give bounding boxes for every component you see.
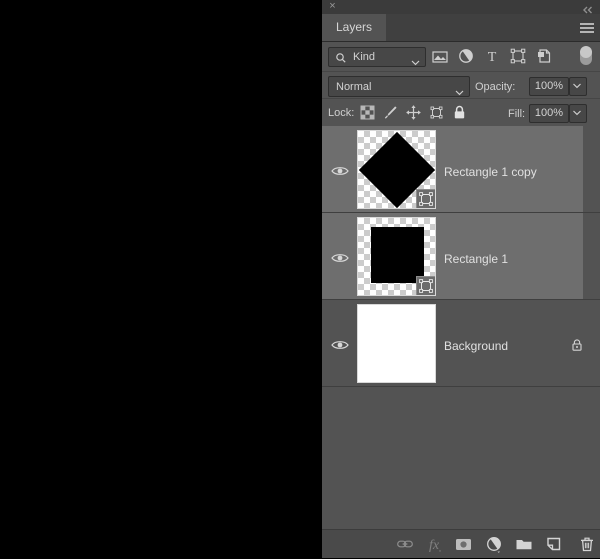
filter-kind-label: Kind [353, 51, 376, 63]
layer-filter-bar: Kind T [322, 42, 600, 69]
new-group-button[interactable] [513, 534, 535, 554]
add-layer-mask-button[interactable] [452, 534, 474, 554]
layer-visibility-toggle[interactable] [322, 300, 358, 386]
panel-titlebar: × [322, 0, 600, 14]
eye-icon [331, 164, 349, 176]
chevron-down-icon [455, 83, 464, 96]
layer-row-rectangle-1[interactable]: Rectangle 1 [322, 213, 600, 300]
opacity-input[interactable]: 100% [529, 77, 569, 96]
layer-row-rectangle-1-copy[interactable]: Rectangle 1 copy [322, 126, 600, 213]
text-t-icon[interactable]: T [482, 46, 502, 66]
layer-row-background[interactable]: Background [322, 300, 600, 387]
svg-text:fx: fx [429, 538, 440, 553]
thumbnail-shape-square [371, 227, 424, 283]
svg-text:T: T [488, 50, 497, 65]
paint-brush-icon[interactable] [382, 104, 399, 121]
lock-bar: Lock: Fill: 100% [322, 98, 600, 128]
move-arrows-icon[interactable] [405, 104, 422, 121]
thumbnail-white-fill [358, 305, 435, 382]
artboard-icon[interactable] [428, 104, 445, 121]
fill-stepper-chevron-icon[interactable] [569, 104, 587, 123]
collapse-panels-icon[interactable] [582, 2, 594, 14]
image-icon[interactable] [430, 46, 450, 66]
tab-layers[interactable]: Layers [322, 14, 387, 41]
fill-label: Fill: [508, 108, 526, 120]
layer-thumbnail[interactable] [357, 130, 436, 209]
padlock-icon[interactable] [451, 104, 468, 121]
new-layer-button[interactable] [543, 534, 565, 554]
fill-input[interactable]: 100% [529, 104, 569, 123]
adjustment-circle-icon[interactable] [456, 46, 476, 66]
shape-bounding-box-icon[interactable] [508, 46, 528, 66]
vector-shape-badge-icon [416, 276, 435, 295]
layer-list: Rectangle 1 copy Rectangle 1 Background [322, 126, 600, 530]
vector-shape-badge-icon [416, 189, 435, 208]
layer-visibility-toggle[interactable] [322, 126, 358, 212]
blend-mode-value: Normal [336, 81, 372, 93]
magnifier-icon [335, 51, 347, 63]
eye-icon [331, 251, 349, 263]
eye-icon [331, 338, 349, 350]
blend-mode-select[interactable]: Normal [328, 76, 470, 97]
opacity-stepper-chevron-icon[interactable] [569, 77, 587, 96]
locked-layer-icon [570, 338, 584, 352]
layer-visibility-toggle[interactable] [322, 213, 358, 299]
layers-panel: × Layers Kind T Normal Opacity: 100% Loc… [322, 0, 600, 558]
panel-tab-strip: Layers [322, 14, 600, 42]
delete-layer-button[interactable] [576, 534, 598, 554]
lock-label: Lock: [328, 107, 355, 119]
layer-name-label: Rectangle 1 [444, 252, 509, 266]
chevron-down-icon [411, 53, 420, 66]
filter-kind-select[interactable]: Kind [328, 47, 426, 67]
photoshop-window: × Layers Kind T Normal Opacity: 100% Loc… [0, 0, 600, 558]
link-layers-button[interactable] [394, 534, 416, 554]
smart-object-icon[interactable] [534, 46, 554, 66]
layer-name-label: Rectangle 1 copy [444, 165, 537, 179]
document-canvas[interactable] [0, 0, 322, 558]
blend-opacity-bar: Normal Opacity: 100% [322, 71, 600, 99]
opacity-label: Opacity: [475, 81, 516, 93]
layer-thumbnail[interactable] [357, 304, 436, 383]
filter-enable-toggle[interactable] [580, 46, 592, 66]
close-icon[interactable]: × [327, 1, 338, 12]
hamburger-menu-icon[interactable] [580, 23, 594, 33]
layer-name-label: Background [444, 339, 509, 353]
new-fill-adjustment-layer-button[interactable] [483, 534, 505, 554]
layer-thumbnail[interactable] [357, 217, 436, 296]
checkerboard-icon[interactable] [359, 104, 376, 121]
add-layer-style-button[interactable]: fx [424, 534, 446, 554]
layers-panel-footer: fx [322, 529, 600, 558]
layer-type-filters: T [430, 46, 562, 66]
